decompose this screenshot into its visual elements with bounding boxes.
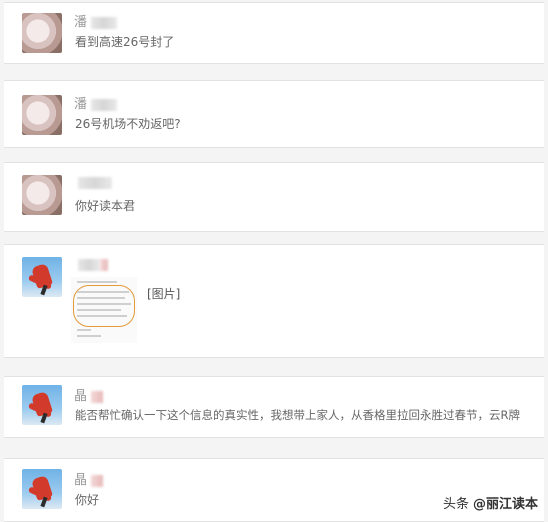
avatar[interactable]	[22, 469, 62, 509]
message-card[interactable]: 晶 你好	[4, 458, 544, 522]
name-redaction	[100, 258, 108, 271]
name-redaction	[91, 390, 104, 403]
message-card[interactable]: 晶 能否帮忙确认一下这个信息的真实性，我想带上家人，从香格里拉回永胜过春节，云R…	[4, 376, 544, 438]
watermark-handle: @丽江读本	[472, 497, 538, 512]
name-redaction	[91, 16, 118, 29]
message-card[interactable]: 潘 26号机场不劝返吧?	[4, 80, 544, 148]
message-text: 看到高速26号封了	[75, 35, 175, 49]
watermark-prefix: 头条	[442, 497, 469, 512]
image-thumbnail[interactable]	[71, 277, 137, 343]
name-redaction	[91, 474, 104, 487]
image-placeholder-label: [图片]	[147, 287, 181, 301]
sender-name	[74, 257, 108, 272]
watermark: 头条 @丽江读本	[443, 493, 538, 512]
sender-name: 潘	[74, 11, 118, 30]
sender-name	[74, 175, 112, 190]
message-text: 能否帮忙确认一下这个信息的真实性，我想带上家人，从香格里拉回永胜过春节，云R牌	[75, 408, 520, 422]
avatar[interactable]	[22, 13, 62, 53]
message-text: 26号机场不劝返吧?	[75, 117, 181, 131]
sender-name: 潘	[74, 93, 118, 112]
avatar[interactable]	[22, 385, 62, 425]
avatar[interactable]	[22, 95, 62, 135]
avatar[interactable]	[22, 175, 62, 215]
message-card[interactable]: 潘 看到高速26号封了	[4, 2, 544, 64]
sender-name: 晶	[74, 469, 104, 488]
avatar[interactable]	[22, 257, 62, 297]
message-card[interactable]: 你好读本君	[4, 162, 544, 232]
message-text: 你好	[75, 493, 100, 507]
message-card[interactable]: [图片]	[4, 244, 544, 358]
name-redaction	[91, 98, 118, 111]
sender-name: 晶	[74, 385, 104, 404]
name-redaction	[78, 176, 112, 189]
message-text: 你好读本君	[75, 199, 136, 213]
name-redaction	[78, 258, 100, 271]
